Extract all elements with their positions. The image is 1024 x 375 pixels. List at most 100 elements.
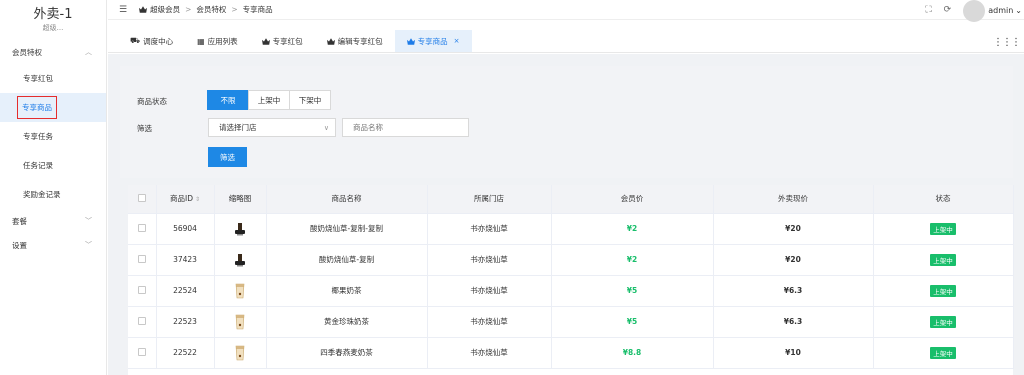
menu-group-member-privileges[interactable]: 会员特权 ︿ <box>0 40 106 64</box>
sort-icon[interactable]: ⇕ <box>195 196 200 203</box>
table-row[interactable]: 22524 椰果奶茶 书亦烧仙草 ¥5 ¥6.3 上架中 <box>128 275 1014 307</box>
row-checkbox[interactable] <box>137 223 146 232</box>
cell-thumbnail <box>214 244 267 276</box>
sidebar-item-reward-record[interactable]: 奖励金记录 <box>0 180 106 209</box>
column-header-member-price: 会员价 <box>551 185 714 214</box>
chevron-down-icon[interactable]: ⌄ <box>1015 6 1022 15</box>
topbar: ☰ 超级会员 > 会员特权 > 专享商品 ⛶ ⟳ admin ⌄ <box>108 0 1024 22</box>
sidebar-item-task-record[interactable]: 任务记录 <box>0 151 106 180</box>
tab-label: 专享红包 <box>272 36 303 46</box>
crown-icon <box>139 6 148 13</box>
more-icon[interactable]: ⋮⋮⋮ <box>993 37 1021 48</box>
avatar[interactable] <box>963 0 986 22</box>
store-select[interactable]: 请选择门店 ∨ <box>208 118 336 137</box>
table-row[interactable]: 22523 黄金珍珠奶茶 书亦烧仙草 ¥5 ¥6.3 上架中 <box>128 306 1014 338</box>
cell-status: 上架中 <box>873 275 1014 307</box>
cell-member-price: ¥8.8 <box>551 337 714 369</box>
member-price: ¥2 <box>626 255 638 264</box>
menu-group-label: 套餐 <box>12 216 27 226</box>
user-name[interactable]: admin <box>988 6 1013 15</box>
cell-id: 22522 <box>156 337 215 369</box>
fullscreen-icon[interactable]: ⛶ <box>925 5 931 15</box>
chevron-down-icon: ∨ <box>323 123 329 132</box>
row-checkbox[interactable] <box>137 285 146 294</box>
tab-label: 专享商品 <box>417 36 448 46</box>
main-content: 商品状态 不限 上架中 下架中 筛选 请选择门店 ∨ 筛选 商品ID⇕ 缩略图 … <box>108 54 1024 375</box>
tab-dispatch-center[interactable]: ⛟ 调度中心 <box>118 30 185 52</box>
sidebar-item-exclusive-goods[interactable]: 专享商品 <box>0 93 106 122</box>
member-price: ¥5 <box>626 317 638 326</box>
table-row[interactable]: 22522 四季春燕麦奶茶 书亦烧仙草 ¥8.8 ¥10 上架中 <box>128 337 1014 369</box>
cell-id: 56904 <box>156 213 215 245</box>
menu-group-package[interactable]: 套餐 ﹀ <box>0 209 106 233</box>
sidebar-item-label: 专享任务 <box>23 132 53 141</box>
row-checkbox[interactable] <box>137 316 146 325</box>
cell-store: 书亦烧仙草 <box>427 244 552 276</box>
tab-app-list[interactable]: ▦ 应用列表 <box>185 30 250 52</box>
column-header-status: 状态 <box>873 185 1014 214</box>
chevron-up-icon: ︿ <box>85 48 92 56</box>
product-thumbnail[interactable] <box>232 253 248 266</box>
cell-thumbnail <box>214 213 267 245</box>
product-thumbnail[interactable] <box>232 345 248 360</box>
crown-icon <box>406 37 415 45</box>
tab-exclusive-redpacket[interactable]: 专享红包 <box>250 30 315 52</box>
product-thumbnail[interactable] <box>232 314 248 329</box>
table-row[interactable]: 56904 酸奶烧仙草-复制-复制 书亦烧仙草 ¥2 ¥20 上架中 <box>128 213 1014 245</box>
row-checkbox[interactable] <box>137 347 146 356</box>
row-select-cell <box>128 275 157 307</box>
row-checkbox[interactable] <box>137 254 146 263</box>
menu-group-label: 设置 <box>12 240 27 250</box>
product-name-input[interactable] <box>342 118 469 137</box>
delivery-price: ¥10 <box>785 348 801 357</box>
status-option-off-shelf[interactable]: 下架中 <box>289 90 331 110</box>
topbar-right: ⛶ ⟳ admin ⌄ <box>925 0 1024 22</box>
sidebar-item-exclusive-task[interactable]: 专享任务 <box>0 122 106 151</box>
tab-exclusive-goods[interactable]: 专享商品 × <box>394 30 472 52</box>
sidebar-item-exclusive-redpacket[interactable]: 专享红包 <box>0 64 106 93</box>
row-select-cell <box>128 213 157 245</box>
status-badge[interactable]: 上架中 <box>930 346 956 359</box>
sidebar-item-label: 任务记录 <box>23 161 53 170</box>
status-badge[interactable]: 上架中 <box>930 315 956 328</box>
close-icon[interactable]: × <box>454 37 460 45</box>
status-badge[interactable]: 上架中 <box>930 284 956 297</box>
row-select-cell <box>128 306 157 338</box>
sidebar-item-label: 奖励金记录 <box>23 190 61 199</box>
row-select-cell <box>128 244 157 276</box>
tab-label: 编辑专享红包 <box>337 36 383 46</box>
cell-store: 书亦烧仙草 <box>427 337 552 369</box>
menu-group-label: 会员特权 <box>12 47 42 57</box>
cell-status: 上架中 <box>873 213 1014 245</box>
table-row[interactable]: 37423 酸奶烧仙草-复制 书亦烧仙草 ¥2 ¥20 上架中 <box>128 244 1014 276</box>
select-all-checkbox[interactable] <box>137 193 146 202</box>
delivery-price: ¥6.3 <box>783 286 803 295</box>
refresh-icon[interactable]: ⟳ <box>944 5 952 15</box>
cell-delivery-price: ¥20 <box>713 244 874 276</box>
cell-id: 37423 <box>156 244 215 276</box>
delivery-price: ¥20 <box>785 224 801 233</box>
delivery-price: ¥6.3 <box>783 317 803 326</box>
cell-thumbnail <box>214 275 267 307</box>
cell-store: 书亦烧仙草 <box>427 306 552 338</box>
column-header-id[interactable]: 商品ID ⇕ <box>156 185 215 214</box>
breadcrumb-item[interactable]: 会员特权 <box>196 4 226 15</box>
cell-store: 书亦烧仙草 <box>427 275 552 307</box>
dispatch-icon: ⛟ <box>130 36 141 45</box>
grid-icon: ▦ <box>197 36 205 46</box>
product-thumbnail[interactable] <box>232 222 248 235</box>
menu-fold-icon[interactable]: ☰ <box>119 5 127 15</box>
menu-group-settings[interactable]: 设置 ﹀ <box>0 233 106 257</box>
status-option-all[interactable]: 不限 <box>207 90 249 110</box>
column-header-store: 所属门店 <box>427 185 552 214</box>
status-badge[interactable]: 上架中 <box>930 253 956 266</box>
select-all-cell <box>128 185 157 214</box>
product-thumbnail[interactable] <box>232 283 248 298</box>
breadcrumb-item[interactable]: 超级会员 <box>150 4 180 15</box>
tab-edit-exclusive-redpacket[interactable]: 编辑专享红包 <box>315 30 395 52</box>
status-option-on-shelf[interactable]: 上架中 <box>248 90 290 110</box>
status-badge[interactable]: 上架中 <box>930 222 956 235</box>
filter-button[interactable]: 筛选 <box>208 147 247 167</box>
column-header-name: 商品名称 <box>266 185 428 214</box>
column-header-thumbnail: 缩略图 <box>214 185 267 214</box>
